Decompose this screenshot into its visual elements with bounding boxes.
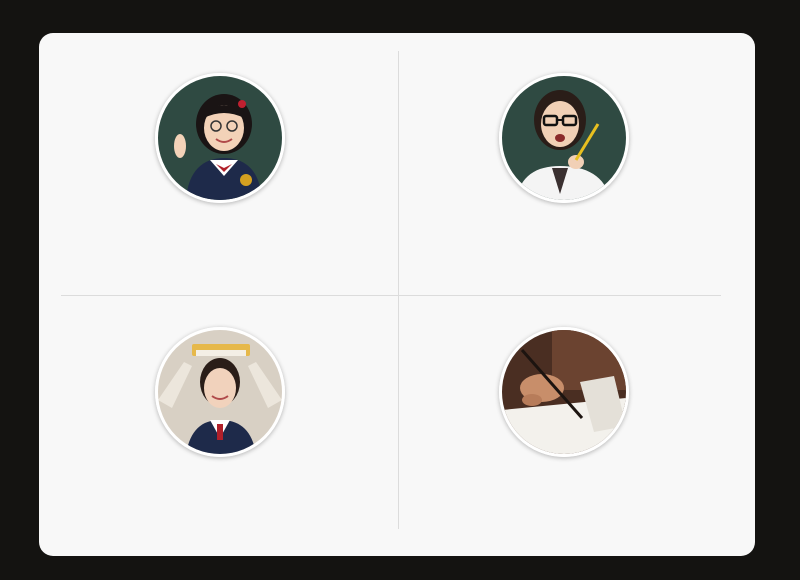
avatar-student-book[interactable] bbox=[155, 327, 285, 457]
avatar-writing-hand[interactable] bbox=[499, 327, 629, 457]
horizontal-divider bbox=[61, 295, 721, 296]
avatar-student-waving[interactable] bbox=[155, 73, 285, 203]
avatar-student-glasses[interactable] bbox=[499, 73, 629, 203]
hand-writing-pencil-photo-icon bbox=[502, 330, 626, 454]
student-girl-glasses-pencil-photo-icon bbox=[502, 76, 626, 200]
vertical-divider bbox=[398, 51, 399, 529]
student-girl-waving-photo-icon bbox=[158, 76, 282, 200]
photo-grid-card bbox=[39, 33, 755, 556]
student-girl-book-on-head-photo-icon bbox=[158, 330, 282, 454]
